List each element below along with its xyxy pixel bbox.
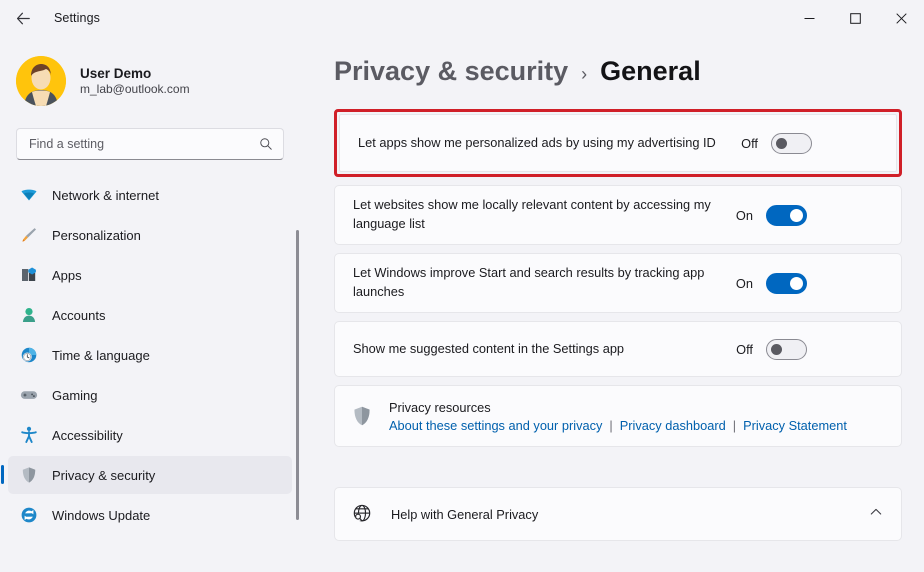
link-privacy-dashboard[interactable]: Privacy dashboard (620, 418, 726, 433)
toggle-state-label: Off (741, 135, 758, 151)
maximize-icon (849, 12, 861, 24)
toggle-knob (771, 343, 782, 355)
setting-label: Let apps show me personalized ads by usi… (358, 134, 716, 150)
toggle-advertising-id[interactable] (771, 132, 812, 154)
sidebar-item-personalization[interactable]: Personalization (8, 216, 292, 254)
maximize-button[interactable] (832, 0, 878, 36)
setting-label: Let Windows improve Start and search res… (353, 265, 705, 299)
breadcrumb: Privacy & security › General (334, 56, 924, 87)
search-input[interactable] (29, 137, 259, 151)
sidebar-item-label: Accessibility (52, 427, 123, 443)
toggle-knob (790, 208, 803, 222)
highlight-annotation: Let apps show me personalized ads by usi… (334, 109, 902, 177)
privacy-resources-title: Privacy resources (389, 399, 491, 415)
sidebar: User Demo m_lab@outlook.com Find a setti… (0, 36, 310, 572)
app-title: Settings (54, 11, 100, 25)
paintbrush-icon (20, 226, 38, 244)
toggle-knob (790, 276, 803, 290)
settings-list: Let apps show me personalized ads by usi… (324, 109, 924, 541)
back-arrow-icon (16, 12, 30, 24)
setting-row-language-list[interactable]: Let websites show me locally relevant co… (334, 185, 902, 245)
toggle-group: On (733, 204, 807, 226)
avatar (16, 56, 66, 106)
content-area: Privacy & security › General Let apps sh… (310, 36, 924, 572)
settings-window: Settings User Demo m_lab@outlook.com Fin… (0, 0, 924, 572)
search-box[interactable] (16, 128, 284, 160)
back-button[interactable] (6, 3, 40, 33)
apps-icon (20, 266, 38, 284)
shield-icon (351, 405, 373, 427)
toggle-state-label: On (735, 207, 753, 223)
window-body: User Demo m_lab@outlook.com Find a setti… (0, 36, 924, 572)
sidebar-item-label: Network & internet (52, 187, 159, 203)
close-icon (895, 12, 907, 24)
gamepad-icon (20, 386, 38, 404)
sidebar-scrollbar[interactable] (296, 190, 299, 568)
link-about-settings-privacy[interactable]: About these settings and your privacy (389, 418, 602, 433)
breadcrumb-parent[interactable]: Privacy & security (334, 56, 568, 87)
profile-name: User Demo (80, 66, 152, 81)
toggle-state-label: Off (736, 341, 753, 357)
minimize-icon (804, 17, 814, 19)
window-controls (786, 0, 924, 36)
sidebar-item-label: Apps (52, 267, 82, 283)
setting-label: Let websites show me locally relevant co… (353, 197, 711, 231)
toggle-group: On (733, 272, 807, 294)
link-privacy-statement[interactable]: Privacy Statement (743, 418, 847, 433)
sidebar-item-accessibility[interactable]: Accessibility (8, 416, 292, 454)
setting-row-suggested-content[interactable]: Show me suggested content in the Setting… (334, 321, 902, 377)
toggle-knob (776, 137, 787, 149)
shield-icon (20, 466, 38, 484)
minimize-button[interactable] (786, 0, 832, 36)
globe-help-icon (351, 503, 373, 525)
user-profile[interactable]: User Demo m_lab@outlook.com (16, 56, 310, 106)
sidebar-item-privacy-security[interactable]: Privacy & security (1, 456, 292, 494)
sidebar-item-network-internet[interactable]: Network & internet (8, 176, 292, 214)
privacy-resources-card: Privacy resources About these settings a… (334, 385, 902, 447)
sidebar-item-label: Personalization (52, 227, 141, 243)
sidebar-scrollbar-thumb[interactable] (296, 230, 299, 520)
close-button[interactable] (878, 0, 924, 36)
toggle-suggested-content[interactable] (766, 338, 807, 360)
setting-row-app-launches[interactable]: Let Windows improve Start and search res… (334, 253, 902, 313)
toggle-group: Off (738, 132, 812, 154)
help-section-general-privacy[interactable]: Help with General Privacy (334, 487, 902, 541)
accounts-icon (20, 306, 38, 324)
clock-icon (20, 346, 38, 364)
update-icon (20, 506, 38, 524)
sidebar-nav: Network & internet Personalization Apps … (0, 176, 310, 572)
sidebar-item-label: Gaming (52, 387, 98, 403)
chevron-right-icon: › (581, 64, 588, 84)
link-separator: | (732, 417, 737, 433)
toggle-app-launches[interactable] (766, 272, 807, 294)
profile-email: m_lab@outlook.com (80, 82, 190, 96)
sidebar-item-label: Windows Update (52, 507, 151, 523)
sidebar-item-time-language[interactable]: Time & language (8, 336, 292, 374)
link-separator: | (609, 417, 613, 433)
setting-row-advertising-id[interactable]: Let apps show me personalized ads by usi… (339, 114, 897, 172)
privacy-resources-texts: Privacy resources About these settings a… (389, 400, 847, 433)
sidebar-item-label: Time & language (52, 347, 150, 363)
user-avatar-icon (16, 56, 66, 106)
profile-text: User Demo m_lab@outlook.com (80, 66, 190, 96)
toggle-state-label: On (735, 275, 753, 291)
privacy-resources-links: About these settings and your privacy | … (389, 418, 847, 433)
sidebar-item-label: Accounts (52, 307, 106, 323)
sidebar-item-windows-update[interactable]: Windows Update (8, 496, 292, 534)
search-icon (260, 138, 272, 150)
sidebar-item-label: Privacy & security (52, 467, 156, 483)
help-section-label: Help with General Privacy (391, 506, 539, 522)
toggle-group: Off (733, 338, 807, 360)
title-bar: Settings (0, 0, 924, 36)
sidebar-item-accounts[interactable]: Accounts (8, 296, 292, 334)
toggle-language-list[interactable] (766, 204, 807, 226)
accessibility-icon (20, 426, 38, 444)
network-icon (20, 186, 38, 204)
page-title: General (600, 56, 701, 86)
setting-label: Show me suggested content in the Setting… (353, 340, 625, 356)
chevron-up-icon[interactable] (869, 505, 883, 524)
sidebar-item-gaming[interactable]: Gaming (8, 376, 292, 414)
sidebar-item-apps[interactable]: Apps (8, 256, 292, 294)
